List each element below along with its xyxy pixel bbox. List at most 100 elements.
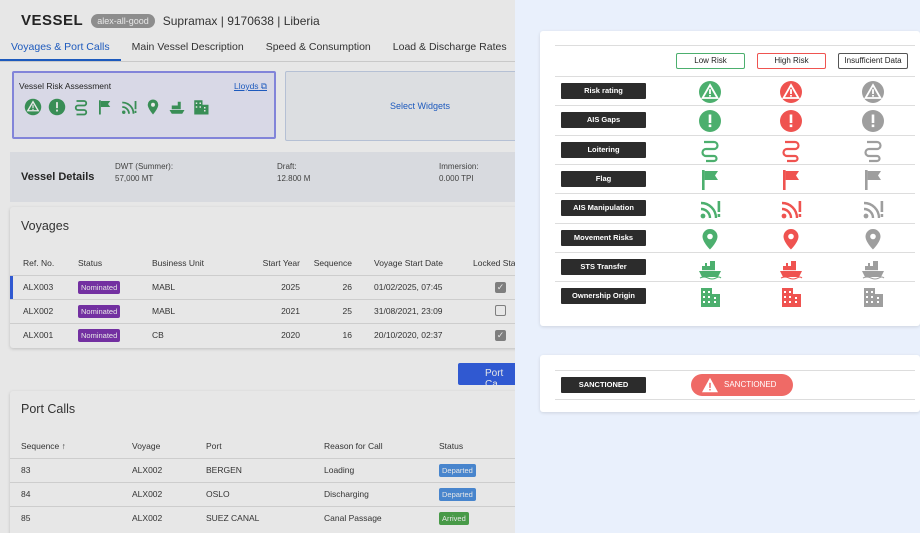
col-status[interactable]: Status xyxy=(439,434,515,458)
table-row[interactable]: ALX003 Nominated MABL 2025 26 01/02/2025… xyxy=(10,274,515,299)
table-row[interactable]: 84 ALX002 OSLO Discharging Departed xyxy=(10,481,515,506)
business-unit-cell: MABL xyxy=(152,274,232,299)
lloyds-link[interactable]: Lloyds ⧉ xyxy=(234,81,267,92)
reason-cell: Discharging xyxy=(324,481,439,506)
status-badge: Departed xyxy=(439,487,476,501)
vessel-title: VESSEL xyxy=(21,12,84,29)
col-business-unit[interactable]: Business Unit xyxy=(152,251,232,275)
col-status[interactable]: Status xyxy=(78,251,152,275)
table-row[interactable]: ALX002 Nominated MABL 2021 25 31/08/2021… xyxy=(10,298,515,323)
port-calls-title: Port Calls xyxy=(21,402,76,416)
voyage-cell: ALX002 xyxy=(132,505,206,530)
vessel-page: VESSEL alex-all-good Supramax | 9170638 … xyxy=(0,0,515,533)
locked-checkbox[interactable]: ✓ xyxy=(495,281,506,293)
col-start-year[interactable]: Start Year xyxy=(232,251,308,275)
locked-checkbox[interactable] xyxy=(495,304,506,316)
sequence-cell: 84 xyxy=(10,481,132,506)
voyage-ref-link[interactable]: ALX003 xyxy=(10,274,78,299)
tab-main-vessel-description[interactable]: Main Vessel Description xyxy=(121,36,255,61)
signal-alert-icon xyxy=(863,201,884,219)
ship-icon xyxy=(862,260,885,280)
port-calls-table: Sequence ↑ Voyage Port Reason for Call S… xyxy=(10,434,515,530)
signal-alert-icon xyxy=(122,101,137,114)
loitering-icon xyxy=(864,140,882,162)
risk-row-label: AIS Manipulation xyxy=(561,200,646,217)
building-icon xyxy=(864,288,883,308)
business-unit-cell: MABL xyxy=(152,298,232,323)
status-cell: Nominated xyxy=(78,298,152,323)
select-widgets-area[interactable]: Select Widgets xyxy=(285,71,515,141)
warning-icon xyxy=(24,98,42,116)
table-row[interactable]: 83 ALX002 BERGEN Loading Departed xyxy=(10,457,515,482)
warning-icon xyxy=(702,377,718,393)
building-icon xyxy=(194,100,209,115)
widget-title: Vessel Risk Assessment xyxy=(19,81,112,91)
alert-icon xyxy=(780,110,802,133)
flag-icon xyxy=(783,169,799,190)
business-unit-cell: CB xyxy=(152,322,232,347)
port-cell: SUEZ CANAL xyxy=(206,505,324,530)
reason-cell: Loading xyxy=(324,457,439,482)
ship-icon xyxy=(699,260,722,280)
col-voyage[interactable]: Voyage xyxy=(132,434,206,458)
risk-row: Loitering xyxy=(555,134,915,164)
status-cell: Nominated xyxy=(78,274,152,299)
status-cell: Nominated xyxy=(78,322,152,347)
status-badge: Nominated xyxy=(78,280,121,294)
locked-checkbox[interactable]: ✓ xyxy=(495,329,506,341)
risk-row-label: AIS Gaps xyxy=(561,112,646,129)
ship-icon xyxy=(780,260,803,280)
port-calls-button[interactable]: Port Ca xyxy=(458,363,515,390)
status-cell: Departed xyxy=(439,457,515,482)
col-voyage-start-date[interactable]: Voyage Start Date xyxy=(360,251,467,275)
risk-assessment-widget[interactable]: Vessel Risk Assessment Lloyds ⧉ xyxy=(12,71,276,139)
signal-alert-icon xyxy=(781,201,802,219)
table-row[interactable]: ALX001 Nominated CB 2020 16 20/10/2020, … xyxy=(10,322,515,347)
voyage-start-date-cell: 01/02/2025, 07:45 xyxy=(360,274,467,299)
risk-row: AIS Manipulation xyxy=(555,193,915,222)
sanctioned-label: SANCTIONED xyxy=(561,377,646,393)
tab-bar: Voyages & Port Calls Main Vessel Descrip… xyxy=(0,36,515,62)
risk-row-label: Risk rating xyxy=(561,83,646,99)
select-widgets-link[interactable]: Select Widgets xyxy=(390,101,450,111)
sequence-cell: 83 xyxy=(10,457,132,482)
legend-low-risk: Low Risk xyxy=(676,53,745,69)
sequence-cell: 85 xyxy=(10,505,132,530)
col-sequence[interactable]: Sequence xyxy=(308,251,360,275)
col-ref-no[interactable]: Ref. No. xyxy=(10,251,78,275)
sequence-cell: 16 xyxy=(308,322,360,347)
legend-insufficient-data: Insufficient Data xyxy=(838,53,908,69)
locked-cell: ✓ xyxy=(467,322,515,347)
tab-speed-consumption[interactable]: Speed & Consumption xyxy=(255,36,382,61)
col-port[interactable]: Port xyxy=(206,434,324,458)
loitering-icon xyxy=(701,140,719,162)
sanctioned-row: SANCTIONED SANCTIONED xyxy=(555,370,915,400)
widget-icons xyxy=(24,98,210,116)
voyage-cell: ALX002 xyxy=(132,457,206,482)
dwt-field: DWT (Summer): 57,000 MT xyxy=(115,162,174,183)
risk-row-label: Ownership Origin xyxy=(561,288,646,305)
loitering-icon xyxy=(782,140,800,162)
flag-icon xyxy=(99,100,111,115)
tab-voyages-port-calls[interactable]: Voyages & Port Calls xyxy=(0,36,121,61)
table-row[interactable]: 85 ALX002 SUEZ CANAL Canal Passage Arriv… xyxy=(10,505,515,530)
col-sequence[interactable]: Sequence ↑ xyxy=(10,434,132,458)
col-reason[interactable]: Reason for Call xyxy=(324,434,439,458)
vessel-details-title: Vessel Details xyxy=(21,171,95,183)
sequence-cell: 25 xyxy=(308,298,360,323)
voyage-ref-link[interactable]: ALX002 xyxy=(10,298,78,323)
ship-icon xyxy=(169,101,185,114)
col-locked-status[interactable]: Locked Sta xyxy=(467,251,515,275)
start-year-cell: 2021 xyxy=(232,298,308,323)
sequence-cell: 26 xyxy=(308,274,360,299)
reason-cell: Canal Passage xyxy=(324,505,439,530)
tab-load-discharge-rates[interactable]: Load & Discharge Rates xyxy=(382,36,515,61)
vessel-tag: alex-all-good xyxy=(91,13,155,28)
immersion-field: Immersion: 0.000 TPI xyxy=(439,162,479,183)
locked-cell xyxy=(467,298,515,323)
voyages-card: Voyages Ref. No. Status Business Unit St… xyxy=(10,207,515,348)
building-icon xyxy=(782,288,801,308)
status-cell: Arrived xyxy=(439,505,515,530)
locked-cell: ✓ xyxy=(467,274,515,299)
voyage-ref-link[interactable]: ALX001 xyxy=(10,322,78,347)
